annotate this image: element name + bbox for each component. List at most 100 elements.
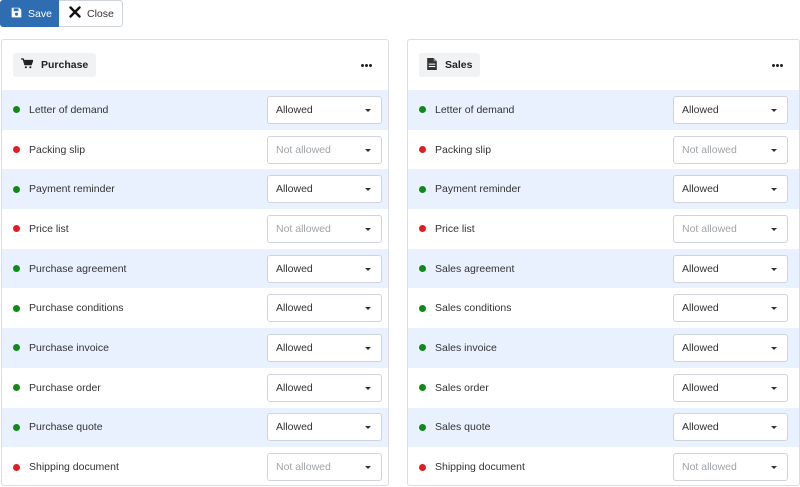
permission-label: Payment reminder <box>29 183 115 196</box>
permission-select-value: Not allowed <box>276 143 331 156</box>
permission-label: Sales invoice <box>435 341 497 354</box>
panel-header: Purchase <box>2 40 388 90</box>
permission-select-value: Not allowed <box>276 222 331 235</box>
permission-select[interactable]: Allowed <box>267 333 382 362</box>
status-dot-allowed <box>13 384 20 392</box>
permission-row: Sales order Allowed <box>408 368 799 408</box>
caret-down-icon <box>771 466 777 470</box>
panel-title-chip: Purchase <box>13 53 97 77</box>
permission-select-value: Not allowed <box>276 461 331 474</box>
caret-down-icon <box>365 267 371 271</box>
permission-row: Letter of demand Allowed <box>2 90 388 130</box>
permission-label: Purchase order <box>29 381 101 394</box>
permission-select[interactable]: Allowed <box>673 175 788 204</box>
permission-row: Purchase conditions Allowed <box>2 288 388 328</box>
status-dot-allowed <box>13 106 20 114</box>
document-icon <box>427 57 437 73</box>
permission-select-value: Allowed <box>276 103 313 116</box>
permission-row: Letter of demand Allowed <box>408 90 799 130</box>
caret-down-icon <box>365 307 371 311</box>
permission-select-value: Allowed <box>276 341 313 354</box>
caret-down-icon <box>771 267 777 271</box>
status-dot-allowed <box>419 344 426 352</box>
status-dot-allowed <box>419 185 426 193</box>
status-dot-allowed <box>13 304 20 312</box>
permission-select-value: Allowed <box>276 302 313 315</box>
permission-select[interactable]: Allowed <box>267 254 382 283</box>
caret-down-icon <box>771 426 777 430</box>
permission-select[interactable]: Allowed <box>673 333 788 362</box>
caret-down-icon <box>365 148 371 152</box>
permission-row: Sales agreement Allowed <box>408 248 799 289</box>
status-dot-allowed <box>13 423 20 431</box>
close-button[interactable]: Close <box>59 0 123 27</box>
more-horizontal-icon <box>771 63 783 67</box>
status-dot-allowed <box>419 106 426 114</box>
permission-row: Price list Not allowed <box>2 209 388 249</box>
permission-select[interactable]: Not allowed <box>267 453 382 482</box>
permission-label: Sales quote <box>435 421 491 434</box>
permission-select[interactable]: Allowed <box>673 413 788 442</box>
permission-select-value: Allowed <box>682 262 719 275</box>
shopping-cart-icon <box>21 58 34 72</box>
permission-select[interactable]: Allowed <box>267 175 382 204</box>
save-button[interactable]: Save <box>0 0 59 27</box>
permission-list: Letter of demand Allowed Packing slip Not a… <box>408 90 799 485</box>
permission-select[interactable]: Allowed <box>673 254 788 283</box>
panel-title: Sales <box>445 59 473 71</box>
permission-label: Letter of demand <box>435 103 515 116</box>
permission-label: Shipping document <box>29 461 119 474</box>
permission-select-value: Allowed <box>682 381 719 394</box>
permission-label: Sales conditions <box>435 302 512 315</box>
permission-row: Purchase invoice Allowed <box>2 328 388 368</box>
permission-select-value: Allowed <box>682 341 719 354</box>
status-dot-allowed <box>419 384 426 392</box>
permission-select[interactable]: Allowed <box>267 373 382 402</box>
permission-select-value: Allowed <box>276 183 313 196</box>
close-icon <box>69 6 81 21</box>
save-label: Save <box>28 7 52 20</box>
permission-label: Purchase invoice <box>29 341 109 354</box>
permission-row: Packing slip Not allowed <box>408 130 799 170</box>
status-dot-not-allowed <box>419 463 426 471</box>
status-dot-allowed <box>13 265 20 273</box>
permission-label: Purchase quote <box>29 421 103 434</box>
permission-select[interactable]: Allowed <box>267 413 382 442</box>
permission-select[interactable]: Allowed <box>673 95 788 124</box>
permission-row: Packing slip Not allowed <box>2 130 388 170</box>
status-dot-not-allowed <box>419 146 426 154</box>
permission-select[interactable]: Allowed <box>673 373 788 402</box>
permission-select-value: Allowed <box>276 421 313 434</box>
permission-select[interactable]: Allowed <box>267 294 382 323</box>
permission-select[interactable]: Not allowed <box>673 135 788 164</box>
status-dot-not-allowed <box>13 463 20 471</box>
floppy-disk-icon <box>11 7 22 21</box>
permission-select[interactable]: Not allowed <box>673 214 788 243</box>
permission-select[interactable]: Allowed <box>673 294 788 323</box>
permission-row: Purchase quote Allowed <box>2 407 388 448</box>
permission-select-value: Allowed <box>682 421 719 434</box>
permission-select-value: Not allowed <box>682 222 737 235</box>
caret-down-icon <box>365 227 371 231</box>
permission-label: Price list <box>29 222 69 235</box>
permission-select-value: Allowed <box>682 183 719 196</box>
more-options-button[interactable] <box>769 58 785 72</box>
caret-down-icon <box>771 148 777 152</box>
permission-select[interactable]: Allowed <box>267 95 382 124</box>
permission-select[interactable]: Not allowed <box>673 453 788 482</box>
status-dot-allowed <box>419 304 426 312</box>
permission-select-value: Allowed <box>682 103 719 116</box>
status-dot-allowed <box>13 344 20 352</box>
more-options-button[interactable] <box>358 58 374 72</box>
permission-row: Sales conditions Allowed <box>408 288 799 328</box>
permission-select[interactable]: Not allowed <box>267 214 382 243</box>
permission-label: Payment reminder <box>435 183 521 196</box>
permission-row: Purchase agreement Allowed <box>2 248 388 289</box>
permission-row: Price list Not allowed <box>408 209 799 249</box>
permission-label: Price list <box>435 222 475 235</box>
status-dot-allowed <box>419 265 426 273</box>
status-dot-allowed <box>13 185 20 193</box>
permission-select[interactable]: Not allowed <box>267 135 382 164</box>
caret-down-icon <box>771 346 777 350</box>
permission-label: Shipping document <box>435 461 525 474</box>
